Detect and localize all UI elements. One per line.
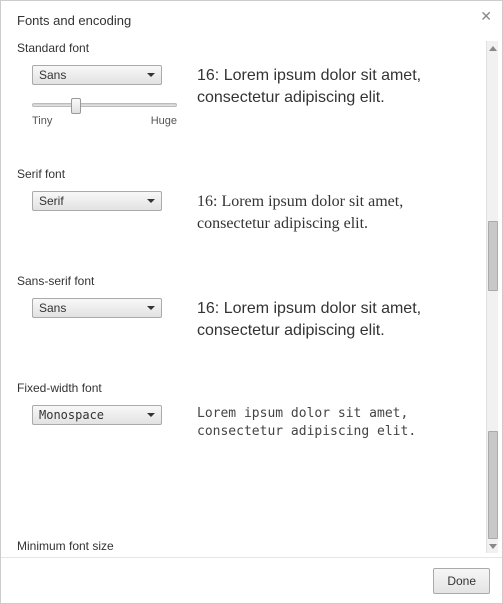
serif-font-label: Serif font (17, 167, 480, 181)
scrollbar-thumb[interactable] (488, 431, 498, 539)
chevron-down-icon (147, 73, 155, 77)
fixed-width-font-preview: Lorem ipsum dolor sit amet, consectetur … (197, 405, 480, 440)
content-scrollbar[interactable] (486, 41, 498, 553)
sans-serif-font-section: Sans-serif font Sans 16: Lorem ipsum dol… (17, 274, 480, 341)
serif-font-section: Serif font Serif 16: Lorem ipsum dolor s… (17, 167, 480, 234)
serif-font-preview: 16: Lorem ipsum dolor sit amet, consecte… (197, 191, 480, 234)
dialog-title: Fonts and encoding (1, 1, 502, 36)
dialog-footer: Done (1, 557, 502, 603)
fixed-width-font-selected: Monospace (39, 408, 104, 422)
chevron-down-icon (147, 306, 155, 310)
done-button[interactable]: Done (433, 568, 490, 594)
chevron-down-icon (147, 199, 155, 203)
chevron-down-icon (147, 413, 155, 417)
fixed-width-font-label: Fixed-width font (17, 381, 480, 395)
done-button-label: Done (447, 574, 476, 588)
standard-font-label: Standard font (17, 41, 480, 55)
dialog-content: Standard font Sans Tiny Huge (17, 41, 480, 553)
fixed-width-font-section: Fixed-width font Monospace Lorem ipsum d… (17, 381, 480, 440)
standard-font-preview: 16: Lorem ipsum dolor sit amet, consecte… (197, 65, 480, 108)
close-icon[interactable]: ✕ (480, 9, 492, 23)
slider-max-label: Huge (151, 115, 177, 127)
standard-font-section: Standard font Sans Tiny Huge (17, 41, 480, 127)
fixed-width-font-dropdown[interactable]: Monospace (32, 405, 162, 425)
fonts-encoding-dialog: ✕ Fonts and encoding Standard font Sans (0, 0, 503, 604)
slider-min-label: Tiny (32, 115, 52, 127)
sans-serif-font-dropdown[interactable]: Sans (32, 298, 162, 318)
standard-font-dropdown[interactable]: Sans (32, 65, 162, 85)
standard-font-selected: Sans (39, 68, 66, 82)
sans-serif-font-selected: Sans (39, 301, 66, 315)
scroll-down-icon[interactable] (487, 539, 499, 553)
standard-font-size-slider[interactable]: Tiny Huge (32, 103, 177, 127)
sans-serif-font-preview: 16: Lorem ipsum dolor sit amet, consecte… (197, 298, 480, 341)
scrollbar-thumb[interactable] (488, 221, 498, 291)
sans-serif-font-label: Sans-serif font (17, 274, 480, 288)
scroll-up-icon[interactable] (487, 41, 499, 55)
serif-font-dropdown[interactable]: Serif (32, 191, 162, 211)
slider-thumb[interactable] (71, 98, 81, 114)
serif-font-selected: Serif (39, 194, 64, 208)
minimum-font-size-label: Minimum font size (17, 539, 114, 553)
